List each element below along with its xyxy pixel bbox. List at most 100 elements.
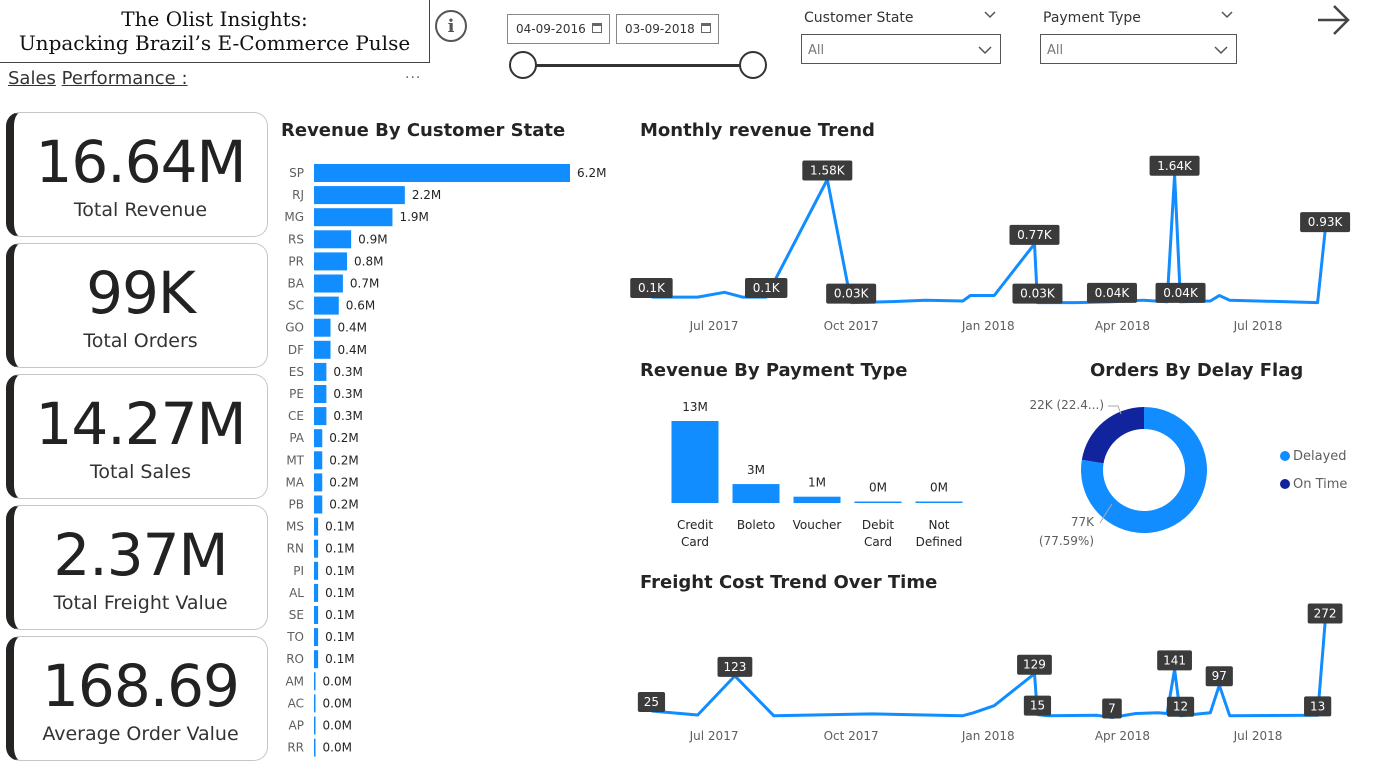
freight-cost-trend-chart[interactable]: Jul 2017 Oct 2017 Jan 2018 Apr 2018 Jul 2018… [637,600,1370,750]
revenue-trend-data-label: 0.04K [1086,282,1137,303]
payment-type-value: All [1047,43,1064,58]
state-data-label: 0.2M [329,453,358,467]
state-tick-label: PR [288,254,304,268]
kpi-value: 16.64M [35,128,246,196]
revenue-trend-data-label-text: 1.58K [810,164,846,178]
arrow-right-icon[interactable] [1316,4,1352,36]
payment-category-label: Card [681,535,709,549]
payment-category-label: Voucher [793,518,842,532]
payment-bar [793,496,841,503]
freight-trend-data-label-text: 13 [1310,699,1325,713]
payment-bar [671,421,719,503]
state-data-label: 0.1M [325,542,354,556]
payment-category-label: Defined [916,535,963,549]
kpi-card-total-freight: 2.37M Total Freight Value [6,505,268,630]
state-bar [314,340,331,359]
revenue-trend-data-label: 0.93K [1300,212,1351,233]
state-data-label: 0.4M [338,343,367,357]
kpi-label: Total Sales [90,461,191,483]
calendar-icon[interactable] [592,23,602,33]
report-title-line1: The Olist Insights: [121,7,308,31]
kpi-label: Average Order Value [42,723,239,745]
state-tick-label: CE [288,409,304,423]
state-data-label: 0.1M [325,520,354,534]
revenue-trend-data-label: 1.58K [802,160,853,181]
state-data-label: 6.2M [577,166,606,180]
state-bar [314,407,327,426]
freight-trend-x-tick: Jul 2017 [689,729,739,743]
section-label: Sales Performance : [8,68,188,89]
state-data-label: 0.2M [329,498,358,512]
state-tick-label: RN [287,542,304,556]
state-data-label: 0.3M [333,409,362,423]
revenue-trend-data-label-text: 0.03K [1020,287,1056,301]
freight-trend-x-tick: Oct 2017 [824,729,879,743]
revenue-trend-data-label: 0.04K [1155,282,1206,303]
revenue-trend-data-label-text: 0.04K [1163,286,1199,300]
state-bar [314,738,316,757]
state-tick-label: AP [289,719,304,733]
state-data-label: 0.6M [346,299,375,313]
legend-delayed[interactable]: Delayed [1280,449,1347,464]
info-icon[interactable]: i [435,10,467,42]
section-label-word1: Sales [8,68,56,89]
customer-state-dropdown[interactable]: All [801,34,1001,64]
state-tick-label: AM [285,674,304,688]
payment-type-label: Payment Type [1043,10,1141,26]
state-tick-label: MS [286,520,304,534]
freight-trend-data-label: 141 [1157,650,1192,671]
revenue-trend-data-label: 0.1K [745,278,788,299]
calendar-icon[interactable] [701,23,711,33]
state-bar [314,495,323,514]
chevron-down-icon[interactable] [1221,9,1233,21]
state-tick-label: RO [286,652,304,666]
slider-end-handle[interactable] [739,51,767,79]
revenue-trend-data-label: 0.1K [630,278,673,299]
revenue-trend-x-tick: Jan 2018 [961,319,1015,333]
state-tick-label: SP [289,166,304,180]
state-data-label: 0.0M [323,674,352,688]
chevron-down-icon[interactable] [984,9,996,21]
revenue-by-payment-chart[interactable]: 13M Credit Card 3M Boleto 1M Voucher 0M Debit Car… [660,390,980,560]
donut-slice-on-time [1081,407,1144,464]
slider-start-handle[interactable] [509,51,537,79]
state-data-label: 0.3M [333,387,362,401]
date-range-slider-track[interactable] [522,64,754,67]
state-tick-label: RJ [292,188,304,202]
state-data-label: 0.0M [323,696,352,710]
payment-type-dropdown[interactable]: All [1040,34,1237,64]
revenue-trend-x-tick: Jul 2017 [689,319,739,333]
orders-by-delay-donut[interactable]: 77K (77.59%) 22K (22.4...) [1020,390,1260,560]
start-date-input[interactable]: 04-09-2016 [507,14,610,44]
payment-data-label: 0M [869,481,887,495]
kpi-value: 99K [86,259,196,327]
state-tick-label: MT [286,453,304,467]
state-data-label: 0.4M [338,321,367,335]
state-data-label: 0.9M [358,232,387,246]
payment-bar [915,501,963,503]
legend-on-time[interactable]: On Time [1280,477,1347,492]
state-bar [314,186,405,205]
revenue-trend-x-tick: Jul 2018 [1233,319,1283,333]
revenue-by-state-chart[interactable]: SP 6.2M RJ 2.2M MG 1.9M RS 0.9M PR 0.8M BA 0.7M SC 0.… [280,160,620,760]
kpi-card-total-revenue: 16.64M Total Revenue [6,112,268,237]
state-chart-title: Revenue By Customer State [281,120,566,141]
state-bar [314,252,348,271]
revenue-trend-data-label-text: 0.1K [753,281,781,295]
state-tick-label: AL [289,586,304,600]
state-tick-label: SC [288,299,304,313]
state-data-label: 0.8M [354,254,383,268]
revenue-trend-data-label-text: 0.1K [638,281,666,295]
freight-trend-data-label-text: 141 [1163,653,1186,667]
state-tick-label: ES [289,365,304,379]
more-options-icon[interactable]: ··· [405,70,421,86]
state-data-label: 0.1M [325,608,354,622]
state-data-label: 0.2M [329,431,358,445]
freight-trend-data-label: 123 [717,656,753,677]
monthly-revenue-trend-chart[interactable]: Jul 2017 Oct 2017 Jan 2018 Apr 2018 Jul 2018… [630,150,1370,340]
state-bar [314,628,319,647]
state-tick-label: PB [289,498,304,512]
end-date-input[interactable]: 03-09-2018 [616,14,719,44]
state-data-label: 0.1M [325,630,354,644]
state-tick-label: GO [285,321,304,335]
